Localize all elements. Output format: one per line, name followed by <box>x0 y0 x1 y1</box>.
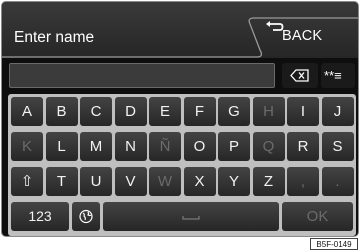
letter-key-label: T <box>56 173 67 190</box>
letter-key[interactable]: D <box>114 97 147 126</box>
letter-key-label: A <box>21 103 32 120</box>
letter-key-label: Q <box>262 138 275 155</box>
letter-key-label: P <box>228 138 239 155</box>
name-input[interactable] <box>9 63 275 88</box>
letter-key-label: M <box>89 138 103 155</box>
back-button[interactable]: BACK <box>264 20 358 52</box>
letter-key-label: W <box>157 173 173 190</box>
backspace-button[interactable] <box>282 63 318 88</box>
letter-key-label: H <box>263 103 274 120</box>
letter-key[interactable]: V <box>114 167 147 196</box>
letter-key[interactable]: H <box>252 97 285 126</box>
header-bar: Enter name BACK <box>2 2 358 58</box>
letter-key-label: X <box>194 173 205 190</box>
letter-key[interactable]: M <box>80 132 112 161</box>
letter-key[interactable]: T <box>45 167 78 196</box>
shift-key[interactable]: ⇧ <box>11 167 43 196</box>
letter-key-label: C <box>90 103 102 120</box>
letter-key[interactable]: Y <box>218 167 250 196</box>
letter-key[interactable]: C <box>80 97 112 126</box>
backspace-icon <box>290 69 309 82</box>
letter-key-label: D <box>125 103 136 120</box>
letter-key[interactable]: F <box>183 97 216 126</box>
letter-key-label: B <box>56 103 67 120</box>
letter-key[interactable]: N <box>114 132 147 161</box>
letter-key[interactable]: S <box>321 132 354 161</box>
letter-key-label: S <box>332 138 343 155</box>
letter-key[interactable]: R <box>287 132 319 161</box>
language-key[interactable] <box>72 202 100 231</box>
letter-key-label: . <box>335 173 340 190</box>
letter-key-label: L <box>57 138 66 155</box>
display-frame: Enter name BACK **≡ A B C D E F G H I J K L M N Ñ O P Q R S… <box>1 1 359 237</box>
letter-key[interactable]: Ñ <box>149 132 181 161</box>
numbers-key-label: 123 <box>28 208 52 224</box>
on-screen-keyboard: A B C D E F G H I J K L M N Ñ O P Q R S ⇧ T U V W X Y Z,. 123 OK <box>8 94 356 236</box>
letter-key[interactable]: P <box>218 132 250 161</box>
shift-icon: ⇧ <box>20 173 34 190</box>
letter-key-label: O <box>193 138 206 155</box>
letter-key[interactable]: Q <box>252 132 285 161</box>
letter-key-label: Ñ <box>159 138 171 155</box>
letter-key-label: R <box>297 138 309 155</box>
letter-key[interactable]: X <box>183 167 216 196</box>
letter-key-label: V <box>125 173 136 190</box>
back-button-label: BACK <box>282 28 323 44</box>
letter-key-label: I <box>300 103 306 120</box>
letter-key[interactable]: K <box>11 132 43 161</box>
letter-key[interactable]: J <box>321 97 354 126</box>
letter-key[interactable]: I <box>287 97 319 126</box>
space-bar-icon <box>182 216 200 220</box>
letter-key[interactable]: L <box>45 132 78 161</box>
letter-key-label: G <box>228 103 240 120</box>
letter-key-label: Z <box>263 173 274 190</box>
letter-key-label: U <box>90 173 102 190</box>
letter-key-label: K <box>21 138 32 155</box>
ok-key-label: OK <box>306 208 329 225</box>
letter-key[interactable]: E <box>149 97 181 126</box>
screen: Enter name BACK **≡ A B C D E F G H I J K L M N Ñ O P Q R S… <box>0 0 360 251</box>
letter-key[interactable]: U <box>80 167 112 196</box>
letter-key[interactable]: A <box>11 97 43 126</box>
globe-icon <box>79 209 93 224</box>
numbers-key[interactable]: 123 <box>11 202 69 231</box>
letter-key[interactable]: , <box>287 167 319 196</box>
letter-key-label: J <box>333 103 342 120</box>
letter-key-label: , <box>300 173 306 190</box>
space-key[interactable] <box>103 202 279 231</box>
letter-key[interactable]: G <box>218 97 250 126</box>
letter-key[interactable]: Z <box>252 167 285 196</box>
letter-key-label: N <box>125 138 136 155</box>
back-arrow-icon <box>266 21 284 31</box>
letter-key[interactable]: W <box>149 167 181 196</box>
password-mask-toggle[interactable]: **≡ <box>321 63 355 88</box>
ok-key[interactable]: OK <box>282 202 353 231</box>
letter-key[interactable]: B <box>45 97 78 126</box>
letter-key-label: E <box>159 103 170 120</box>
password-mask-label: **≡ <box>324 68 342 83</box>
page-title: Enter name <box>14 29 95 46</box>
letter-key[interactable]: . <box>321 167 354 196</box>
letter-key-label: Y <box>228 173 239 190</box>
letter-key[interactable]: O <box>183 132 216 161</box>
letter-key-label: F <box>194 103 205 120</box>
reference-code: B5F-0149 <box>310 238 358 250</box>
